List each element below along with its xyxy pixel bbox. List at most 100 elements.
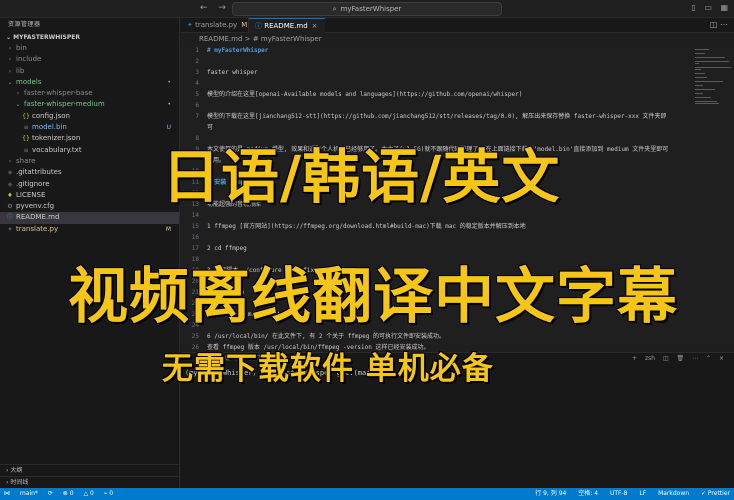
- tab-readme-md[interactable]: ⓘ README.md ×: [249, 18, 325, 33]
- encoding[interactable]: UTF-8: [610, 490, 628, 497]
- python-file-icon: ✦: [7, 225, 13, 233]
- code-line[interactable]: 7 模型的下载在这里[jianchang512-stt](https://gith…: [181, 111, 667, 122]
- timeline-section[interactable]: › 时间线: [0, 476, 180, 488]
- tab-translate-py[interactable]: ✦ translate.py M: [181, 18, 249, 33]
- tree-item[interactable]: ✦ translate.py M: [0, 224, 179, 235]
- tree-item[interactable]: ≡ model.bin U: [0, 122, 179, 133]
- indentation[interactable]: 空格: 4: [578, 490, 598, 497]
- line-number: 3: [195, 69, 199, 76]
- tree-item-label: include: [16, 55, 42, 64]
- gear-icon: ⚙: [7, 203, 13, 211]
- tree-item[interactable]: › bin: [0, 43, 179, 54]
- tree-item[interactable]: ⌄ models •: [0, 77, 179, 88]
- code-line[interactable]: 4: [181, 78, 207, 89]
- tree-item[interactable]: ♦ LICENSE: [0, 190, 179, 201]
- tree-item-label: faster-whisper-base: [24, 89, 93, 98]
- close-panel-icon[interactable]: ×: [719, 355, 724, 362]
- tree-item[interactable]: ◆ .gitattributes: [0, 167, 179, 178]
- outline-section[interactable]: › 大纲: [0, 464, 180, 476]
- line-number: 15: [191, 223, 199, 230]
- maximize-panel-icon[interactable]: ⌃: [706, 355, 711, 362]
- json-file-icon: {}: [22, 112, 30, 120]
- tree-item[interactable]: › share: [0, 156, 179, 167]
- line-number: 2: [195, 58, 199, 65]
- more-icon[interactable]: ⋯: [692, 355, 698, 362]
- end-of-line[interactable]: LF: [639, 490, 646, 497]
- text-file-icon: ≡: [23, 146, 29, 154]
- forward-arrow-icon[interactable]: →: [218, 3, 226, 13]
- chevron-right-icon: ›: [8, 67, 12, 75]
- tree-item[interactable]: › lib: [0, 66, 179, 77]
- outline-label: 大纲: [10, 467, 23, 474]
- explorer-title: 资源管理器: [8, 21, 41, 28]
- toggle-sidebar-icon[interactable]: ▯: [691, 3, 695, 12]
- tree-item[interactable]: › faster-whisper-base: [0, 88, 179, 99]
- remote-icon[interactable]: ⋈: [4, 490, 10, 497]
- tree-item[interactable]: ⚙ pyvenv.cfg: [0, 201, 179, 212]
- trash-icon[interactable]: 🗑: [677, 355, 685, 362]
- search-icon: ⌕: [332, 5, 337, 13]
- tree-item[interactable]: {} tokenizer.json: [0, 133, 179, 144]
- json-file-icon: {}: [22, 135, 30, 143]
- line-number: 6: [195, 102, 199, 109]
- tree-item[interactable]: ◆ .gitignore: [0, 179, 179, 190]
- tab-label: README.md: [264, 22, 308, 30]
- minimap-line: [695, 77, 707, 78]
- info-file-icon: ⓘ: [255, 22, 262, 30]
- new-terminal-icon[interactable]: +: [632, 355, 637, 362]
- code-line[interactable]: 2: [181, 56, 207, 67]
- tree-item-label: lib: [16, 66, 25, 75]
- toggle-panel-icon[interactable]: ▭: [704, 3, 712, 12]
- workspace-root-folder[interactable]: ⌄ MYFASTERWHISPER: [0, 32, 179, 43]
- minimap[interactable]: [691, 45, 734, 345]
- git-file-icon: ◆: [7, 180, 13, 188]
- git-status-badge: M: [165, 225, 171, 233]
- minimap-line: [695, 89, 715, 90]
- tree-item[interactable]: ⓘ README.md: [0, 212, 179, 224]
- tree-item-label: tokenizer.json: [32, 134, 81, 143]
- line-number: 7: [195, 113, 199, 120]
- back-arrow-icon[interactable]: ←: [200, 3, 208, 13]
- code-line[interactable]: 15 1 ffmpeg [官方网站](https://ffmpeg.org/dow…: [181, 221, 526, 232]
- code-line[interactable]: 3 faster whisper: [181, 67, 257, 78]
- line-number: 5: [195, 91, 199, 98]
- code-line[interactable]: 6: [181, 100, 207, 111]
- minimap-line: [695, 57, 725, 58]
- customize-layout-icon[interactable]: ▦: [720, 3, 728, 12]
- code-line[interactable]: 5 模型的介绍在这里[openai-Available models and la…: [181, 89, 522, 100]
- layout-controls: ▯ ▭ ▦: [685, 3, 728, 12]
- tree-item-label: models: [16, 77, 42, 86]
- title-bar: ← → ⌕ myFasterWhisper ▯ ▭ ▦: [0, 0, 734, 18]
- breadcrumb[interactable]: README.md > # myFasterWhisper: [181, 34, 322, 45]
- editor-actions: ◫ ⋯: [710, 20, 728, 29]
- errors-count[interactable]: ⊗ 0: [63, 490, 74, 497]
- more-actions-icon[interactable]: ⋯: [720, 20, 728, 29]
- warnings-count[interactable]: △ 0: [83, 490, 93, 497]
- minimap-line: [695, 53, 705, 54]
- prettier-status[interactable]: ✓ Prettier: [701, 490, 730, 497]
- language-mode[interactable]: Markdown: [658, 490, 689, 497]
- tree-item-label: pyvenv.cfg: [16, 202, 55, 211]
- split-terminal-icon[interactable]: ◫: [663, 355, 669, 362]
- minimap-line: [695, 63, 699, 64]
- split-editor-icon[interactable]: ◫: [710, 20, 718, 29]
- git-branch[interactable]: main*: [20, 490, 38, 497]
- tree-item-label: config.json: [32, 111, 70, 120]
- code-text: 模型的下载在这里[jianchang512-stt](https://githu…: [207, 113, 667, 120]
- close-icon[interactable]: ×: [312, 22, 318, 30]
- shell-label[interactable]: zsh: [645, 355, 655, 362]
- tree-item[interactable]: ≡ vocabulary.txt: [0, 145, 179, 156]
- code-line[interactable]: 16: [181, 232, 207, 243]
- tree-item-label: vocabulary.txt: [32, 145, 82, 154]
- minimap-line: [695, 61, 729, 62]
- workspace-root-label: MYFASTERWHISPER: [13, 34, 80, 41]
- minimap-line: [695, 103, 719, 104]
- code-line[interactable]: 1 # myFasterWhisper: [181, 45, 268, 56]
- command-center-search[interactable]: ⌕ myFasterWhisper: [232, 2, 502, 16]
- cursor-position[interactable]: 行 9, 列 94: [535, 490, 566, 497]
- ports-count[interactable]: ⌁ 0: [104, 490, 113, 497]
- tree-item[interactable]: › include: [0, 54, 179, 65]
- tree-item[interactable]: ⌄ faster-whisper-medium •: [0, 99, 179, 110]
- sync-icon[interactable]: ⟳: [48, 490, 53, 497]
- tree-item[interactable]: {} config.json: [0, 111, 179, 122]
